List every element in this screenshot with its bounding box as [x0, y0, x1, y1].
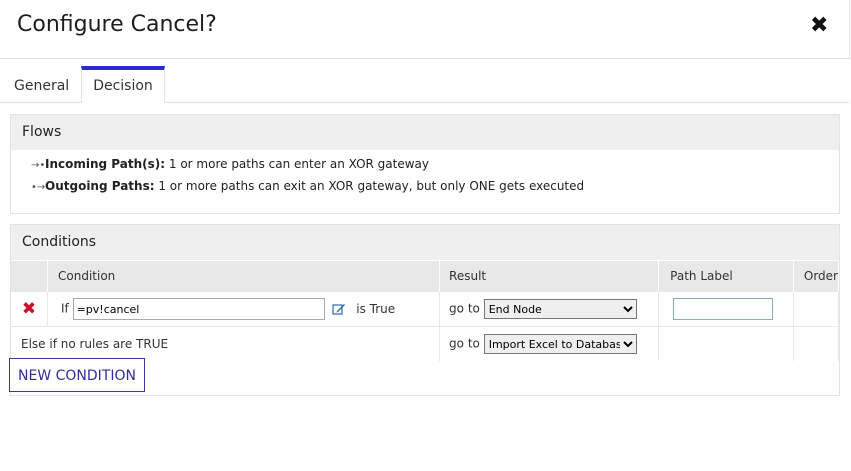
delete-icon[interactable]: ✖	[11, 299, 47, 319]
col-condition: Condition	[47, 261, 441, 292]
flows-panel: Flows →•Incoming Path(s): 1 or more path…	[10, 114, 840, 214]
outgoing-text: 1 or more paths can exit an XOR gateway,…	[154, 179, 585, 193]
else-result-select[interactable]: Import Excel to Database	[483, 334, 637, 354]
conditions-table: Condition Result Path Label Order ✖ If i…	[11, 261, 840, 361]
outgoing-arrow-icon: •→	[31, 182, 46, 193]
incoming-text: 1 or more paths can enter an XOR gateway	[165, 157, 430, 171]
col-path-label: Path Label	[658, 261, 794, 292]
col-order: Order	[793, 261, 840, 292]
path-label-cell	[658, 291, 794, 327]
table-header-row: Condition Result Path Label Order	[11, 261, 840, 292]
else-order-cell	[793, 326, 840, 361]
result-select[interactable]: End Node	[483, 299, 637, 319]
conditions-heading: Conditions	[11, 225, 839, 260]
delete-cell: ✖	[11, 291, 48, 327]
else-result-cell: go to Import Excel to Database	[439, 326, 660, 361]
else-cell: Else if no rules are TRUE	[11, 326, 441, 361]
condition-cell: If is True	[47, 291, 441, 327]
outgoing-label: Outgoing Paths:	[45, 179, 155, 193]
close-icon[interactable]: ✖	[810, 14, 828, 38]
tab-general[interactable]: General	[14, 66, 69, 102]
is-true-label: is True	[356, 301, 396, 316]
else-goto-label: go to	[449, 336, 480, 351]
edit-icon[interactable]	[332, 302, 346, 316]
delete-col-header	[11, 261, 48, 292]
path-label-input[interactable]	[673, 298, 774, 320]
tab-decision[interactable]: Decision	[81, 66, 165, 103]
flows-heading: Flows	[11, 115, 839, 150]
incoming-path-line: →•Incoming Path(s): 1 or more paths can …	[31, 157, 429, 171]
result-cell: go to End Node	[439, 291, 660, 327]
tab-bar: General Decision	[0, 66, 849, 103]
dialog-title: Configure Cancel?	[17, 12, 217, 37]
outgoing-path-line: •→Outgoing Paths: 1 or more paths can ex…	[31, 179, 584, 193]
order-cell	[793, 291, 840, 327]
else-path-cell	[658, 326, 794, 361]
table-row: ✖ If is True go to End Node	[11, 291, 840, 327]
col-result: Result	[439, 261, 660, 292]
configure-dialog: Configure Cancel? ✖ General Decision Flo…	[0, 0, 851, 471]
condition-input[interactable]	[72, 298, 325, 320]
table-row-else: Else if no rules are TRUE go to Import E…	[11, 326, 840, 361]
dialog-header: Configure Cancel? ✖	[0, 0, 850, 59]
incoming-label: Incoming Path(s):	[45, 157, 166, 171]
new-condition-button[interactable]: NEW CONDITION	[9, 358, 145, 392]
goto-label: go to	[449, 301, 480, 316]
if-label: If	[61, 301, 69, 316]
incoming-arrow-icon: →•	[31, 160, 46, 171]
